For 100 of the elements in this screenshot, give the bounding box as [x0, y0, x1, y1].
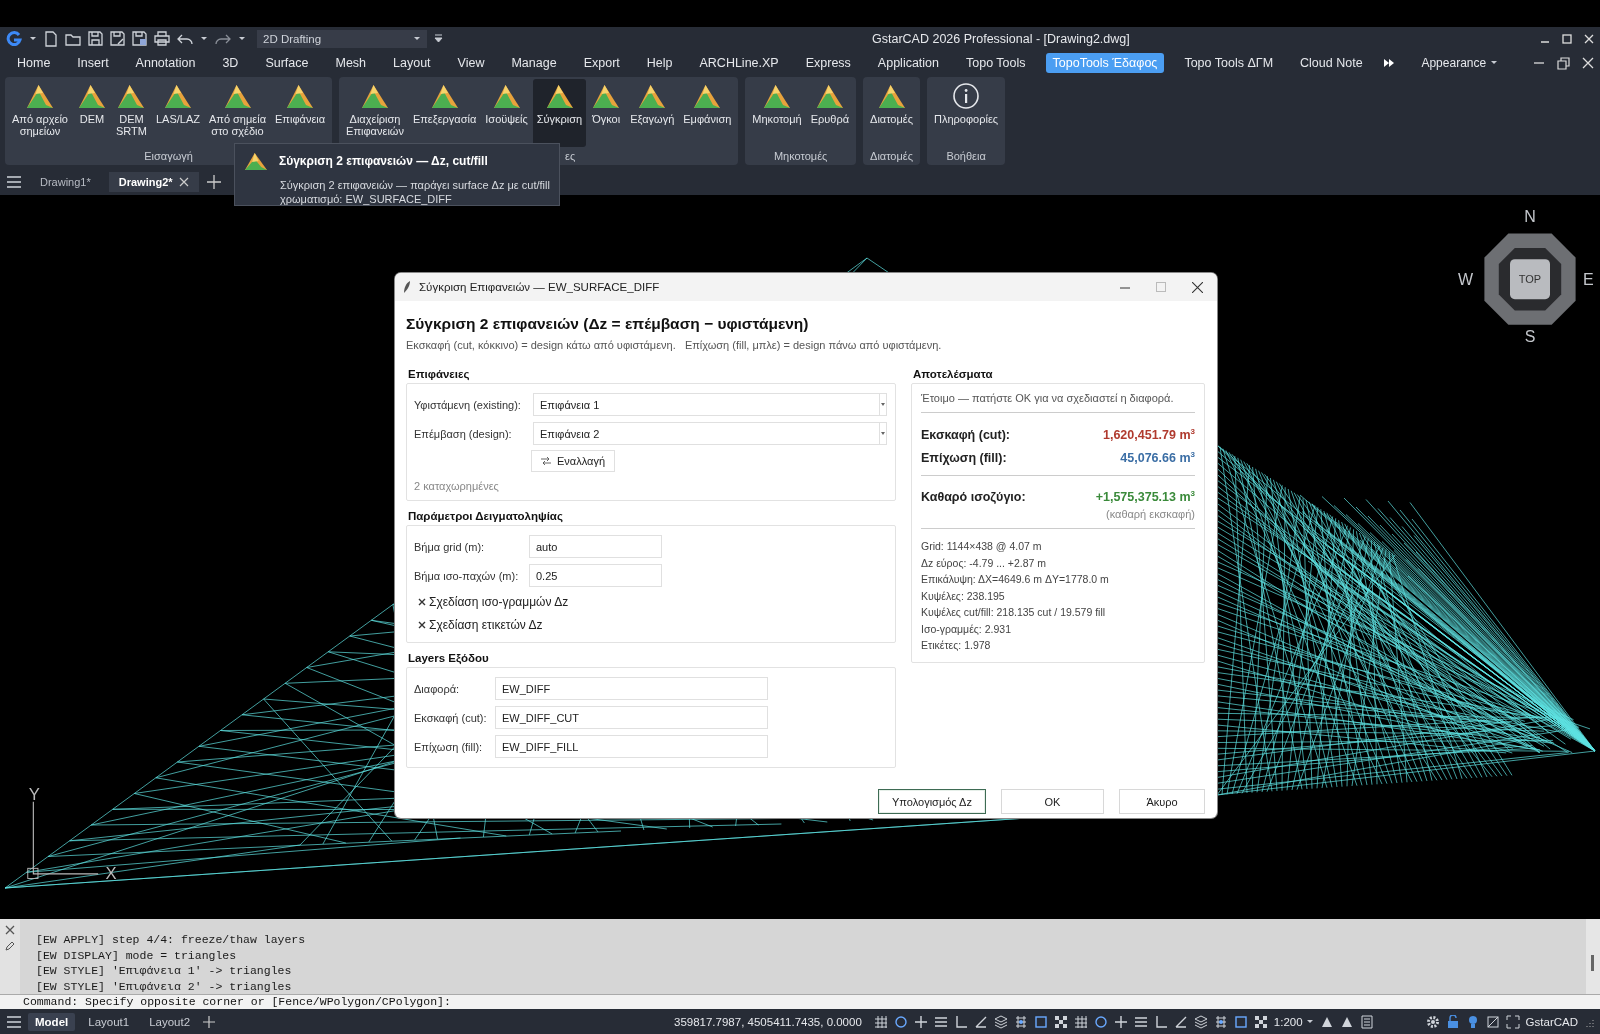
ribbon-button[interactable]: Ερυθρά — [806, 79, 854, 147]
checker-icon[interactable] — [1253, 1015, 1268, 1029]
square-icon[interactable] — [1033, 1015, 1048, 1029]
ribbon-button[interactable]: Από σημεία στο σχέδιο — [204, 79, 271, 147]
menu-tab[interactable]: Cloud Note — [1293, 53, 1370, 73]
checkbox[interactable] — [418, 597, 426, 606]
caret-icon[interactable] — [238, 34, 246, 43]
grid-icon[interactable] — [873, 1015, 888, 1029]
menu-tab[interactable]: Help — [639, 53, 680, 73]
menu-tab[interactable]: Insert — [70, 53, 116, 73]
save-all-icon[interactable] — [132, 31, 147, 46]
snap-icon[interactable] — [1013, 1015, 1028, 1029]
ribbon-button[interactable]: Εξαγωγή — [626, 79, 679, 147]
lines-icon[interactable] — [1133, 1015, 1148, 1029]
ribbon-button[interactable]: Από αρχείο σημείων — [8, 79, 72, 147]
input-field[interactable]: EW_DIFF — [495, 677, 768, 700]
viewcube-face-label[interactable]: TOP — [1518, 273, 1542, 285]
input-field[interactable]: auto — [529, 535, 662, 558]
save-icon[interactable] — [88, 31, 103, 46]
ribbon-button[interactable]: Εμφάνιση — [679, 79, 736, 147]
input-field[interactable]: EW_DIFF_FILL — [495, 735, 768, 758]
document-icon[interactable] — [1359, 1015, 1374, 1029]
add-tab-icon[interactable] — [206, 175, 221, 189]
maximize-icon[interactable] — [1562, 33, 1572, 44]
ribbon-button[interactable]: Διαχείριση Επιφανειών — [342, 79, 408, 147]
menu-icon[interactable] — [6, 176, 22, 188]
caret-icon[interactable] — [200, 34, 208, 43]
close-icon[interactable] — [1192, 281, 1203, 293]
new-file-icon[interactable] — [44, 30, 58, 47]
menu-icon[interactable] — [6, 1016, 22, 1028]
menu-tab[interactable]: View — [450, 53, 492, 73]
layers-icon[interactable] — [1193, 1015, 1208, 1029]
model-tab[interactable]: Model — [28, 1013, 76, 1031]
scrollbar[interactable] — [1586, 919, 1600, 994]
workspace-dropdown[interactable]: 2D Drafting — [257, 29, 427, 48]
pencil-icon[interactable] — [5, 941, 15, 951]
ribbon-button[interactable]: Όγκοι — [587, 79, 626, 147]
menu-tab[interactable]: Topo Tools ΔΓΜ — [1177, 53, 1281, 73]
menu-tab[interactable]: ARCHLine.XP — [692, 53, 786, 73]
ribbon-button[interactable]: Επιφάνεια — [271, 79, 330, 147]
undo-icon[interactable] — [177, 32, 193, 45]
app-logo-icon[interactable] — [6, 30, 22, 47]
customize-menu-icon[interactable] — [434, 34, 443, 43]
menu-tab[interactable]: Layout — [386, 53, 438, 73]
menu-tab[interactable]: Export — [576, 53, 627, 73]
redo-icon[interactable] — [215, 32, 231, 45]
restore-icon[interactable] — [1557, 56, 1570, 70]
crosshair-icon[interactable] — [1113, 1015, 1128, 1029]
annotation-scale-dropdown[interactable]: 1:200 — [1273, 1016, 1314, 1028]
input-field[interactable]: 0.25 — [529, 564, 662, 587]
ribbon-button[interactable]: DEM — [72, 79, 111, 147]
add-layout-icon[interactable] — [203, 1016, 216, 1028]
ribbon-button[interactable]: DEM SRTM — [111, 79, 151, 147]
more-tabs-icon[interactable] — [1382, 58, 1395, 68]
menu-tab[interactable]: Express — [798, 53, 858, 73]
dropdown-field[interactable]: Επιφάνεια 1 — [533, 393, 887, 416]
ribbon-button[interactable]: Σύγκριση — [532, 79, 587, 147]
layout-tab[interactable]: Layout2 — [142, 1013, 198, 1031]
menu-tab[interactable]: Home — [10, 53, 58, 73]
ribbon-button[interactable]: LAS/LAZ — [151, 79, 204, 147]
menu-tab[interactable]: Manage — [504, 53, 564, 73]
save-as-icon[interactable] — [110, 31, 125, 46]
ortho-icon[interactable] — [1153, 1015, 1168, 1029]
input-field[interactable]: EW_DIFF_CUT — [495, 706, 768, 729]
layers-icon[interactable] — [993, 1015, 1008, 1029]
viewcube-drawing[interactable] — [1484, 233, 1576, 325]
menu-tab[interactable]: Annotation — [128, 53, 203, 73]
ribbon-button[interactable]: Μηκοτομή — [748, 79, 806, 147]
dialog-button[interactable]: OK — [1001, 789, 1104, 814]
swap-button[interactable]: Εναλλαγή — [531, 450, 615, 472]
settings-icon[interactable] — [1425, 1015, 1440, 1029]
angle-icon[interactable] — [973, 1015, 988, 1029]
open-folder-icon[interactable] — [65, 31, 81, 46]
angle-icon[interactable] — [1173, 1015, 1188, 1029]
menu-tab[interactable]: Mesh — [328, 53, 374, 73]
layout-tab[interactable]: Layout1 — [81, 1013, 137, 1031]
grid-icon[interactable] — [1073, 1015, 1088, 1029]
caret-icon[interactable] — [29, 34, 37, 43]
menu-tab[interactable]: 3D — [215, 53, 246, 73]
checkbox[interactable] — [418, 620, 426, 629]
close-icon[interactable] — [5, 925, 15, 935]
snap-icon[interactable] — [1213, 1015, 1228, 1029]
ribbon-button[interactable]: Ισοϋψείς — [481, 79, 532, 147]
document-tab[interactable]: Drawing2* — [108, 172, 199, 192]
ribbon-button[interactable]: Πληροφορίες — [930, 79, 1003, 147]
menu-tab[interactable]: Surface — [258, 53, 316, 73]
lock-icon[interactable] — [1445, 1015, 1460, 1029]
print-icon[interactable] — [154, 31, 170, 46]
square-icon[interactable] — [1233, 1015, 1248, 1029]
crosshair-icon[interactable] — [913, 1015, 928, 1029]
dropdown-field[interactable]: Επιφάνεια 2 — [533, 422, 887, 445]
menu-tab[interactable]: Topo Tools — [959, 53, 1033, 73]
appearance-menu[interactable]: Appearance — [1421, 56, 1499, 70]
document-tab[interactable]: Drawing1* — [30, 172, 101, 192]
ribbon-button[interactable]: Διατομές — [866, 79, 918, 147]
ribbon-button[interactable]: Επεξεργασία — [408, 79, 481, 147]
dialog-button[interactable]: Άκυρο — [1119, 789, 1205, 814]
checker-icon[interactable] — [1053, 1015, 1068, 1029]
fullscreen-icon[interactable] — [1505, 1015, 1520, 1029]
ortho-icon[interactable] — [953, 1015, 968, 1029]
